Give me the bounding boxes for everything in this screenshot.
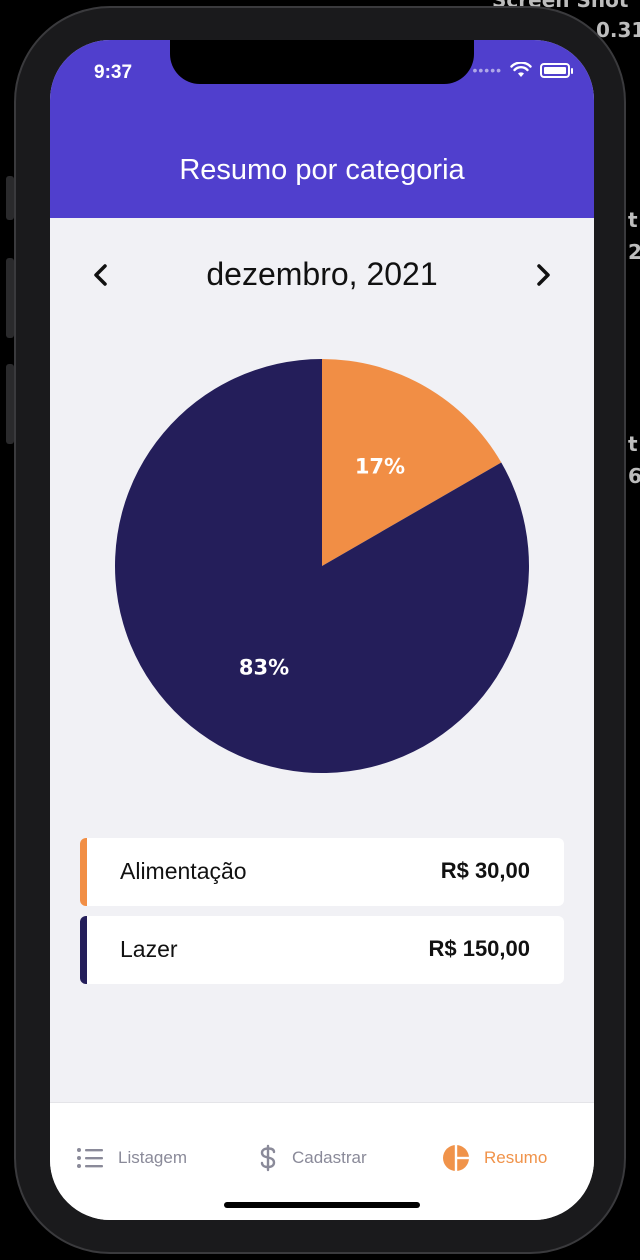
tab-listagem[interactable]: Listagem: [76, 1143, 187, 1173]
legend-category-name: Alimentação: [120, 858, 247, 884]
pie-chart: 17% 83%: [115, 359, 530, 773]
wifi-icon: [510, 62, 532, 77]
side-button: [6, 258, 14, 338]
side-button: [6, 176, 14, 220]
battery-icon: [540, 62, 573, 78]
background-text-right3: t: [628, 432, 638, 456]
notch: [170, 40, 474, 84]
legend-color-bar: [80, 916, 87, 984]
pie-slice-label-1: 83%: [239, 655, 289, 679]
header: 9:37 ••••• Resumo por categoria: [50, 40, 594, 218]
legend-color-bar: [80, 838, 87, 906]
pie-chart-icon: [443, 1145, 469, 1171]
pie-slice-label-0: 17%: [355, 455, 405, 479]
legend-item-alimentacao[interactable]: Alimentação R$ 30,00: [80, 838, 564, 906]
month-label: dezembro, 2021: [206, 256, 438, 292]
chevron-right-icon[interactable]: [526, 258, 560, 292]
tab-resumo[interactable]: Resumo: [442, 1143, 547, 1173]
legend-category-amount: R$ 30,00: [440, 858, 530, 883]
legend-item-lazer[interactable]: Lazer R$ 150,00: [80, 916, 564, 984]
dollar-icon: [260, 1144, 276, 1172]
side-button: [6, 364, 14, 444]
home-indicator: [224, 1202, 420, 1208]
signal-icon: •••••: [472, 62, 502, 78]
status-icons: •••••: [472, 62, 573, 78]
legend-category-name: Lazer: [120, 936, 178, 962]
legend-category-amount: R$ 150,00: [428, 936, 530, 961]
page-title: Resumo por categoria: [179, 154, 465, 186]
background-text-right4: 6: [628, 464, 640, 488]
month-navigator: dezembro, 2021: [50, 250, 594, 300]
tab-cadastrar[interactable]: Cadastrar: [258, 1143, 367, 1173]
app-screen: 9:37 ••••• Resumo por categoria dezembro…: [50, 40, 594, 1220]
list-icon: [77, 1148, 103, 1168]
background-text-right1: t: [628, 208, 638, 232]
tab-label: Cadastrar: [292, 1148, 367, 1167]
background-text-right2: 2: [628, 240, 640, 264]
tab-label: Resumo: [484, 1148, 548, 1167]
status-time: 9:37: [94, 62, 133, 83]
tab-label: Listagem: [118, 1148, 187, 1167]
